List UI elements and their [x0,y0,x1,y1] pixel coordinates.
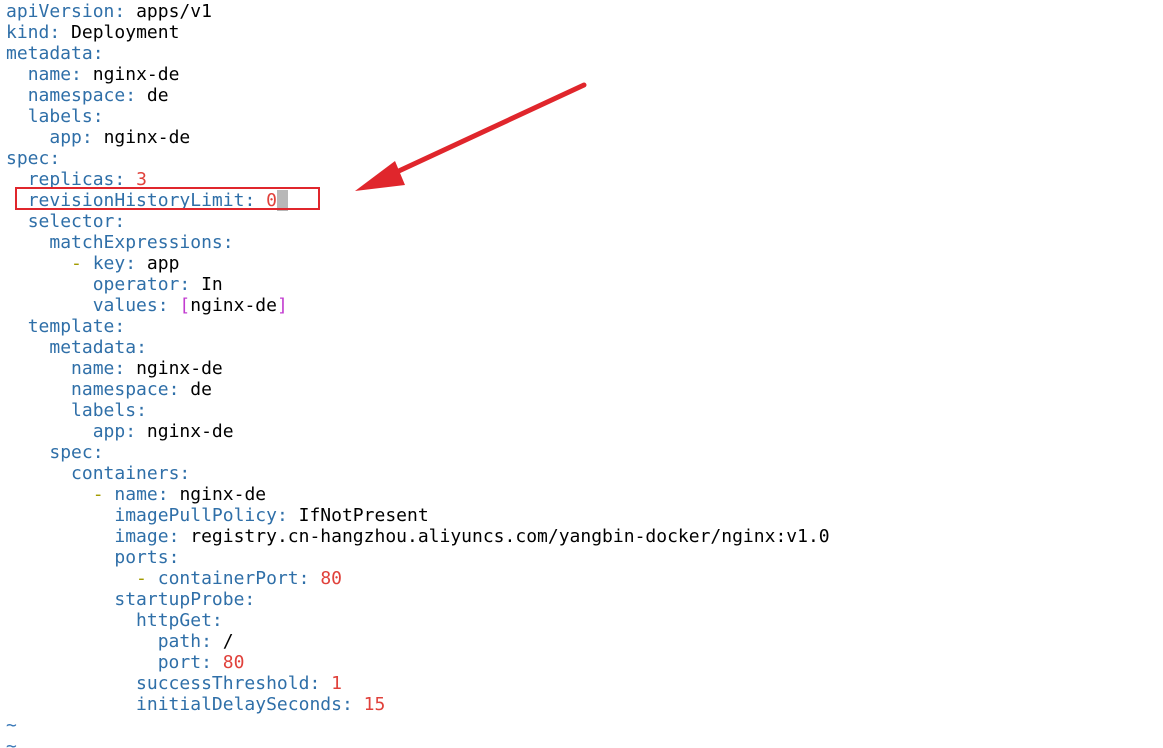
arrow-head [355,161,405,191]
arrow-shaft [385,82,587,179]
vim-editor[interactable]: apiVersion: apps/v1 kind: Deployment metad… [0,0,1163,748]
annotation-arrow [355,82,587,191]
